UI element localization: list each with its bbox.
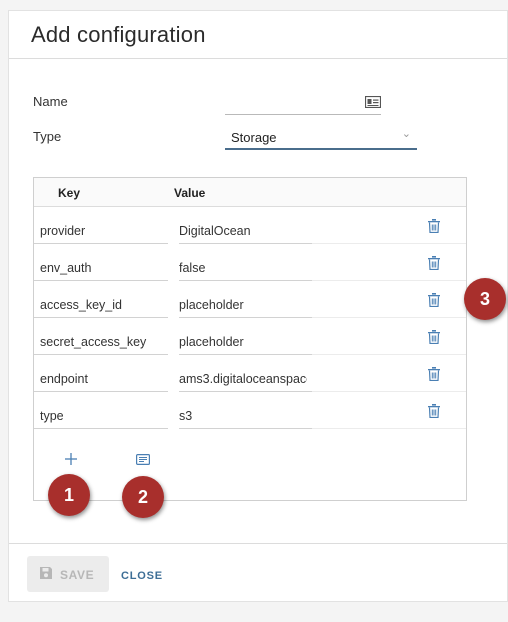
table-row: endpoint ams3.digitaloceanspaces.com xyxy=(34,355,466,392)
row-value[interactable]: placeholder xyxy=(179,298,307,312)
dialog-header: Add configuration xyxy=(9,11,507,59)
trash-icon[interactable] xyxy=(428,367,440,381)
name-input[interactable] xyxy=(225,93,381,115)
type-label: Type xyxy=(33,129,62,144)
type-select[interactable]: Storage ⌄ xyxy=(225,125,417,150)
id-card-icon xyxy=(365,96,381,108)
save-button[interactable]: SAVE xyxy=(27,556,109,592)
row-key[interactable]: env_auth xyxy=(40,261,91,275)
trash-icon[interactable] xyxy=(428,404,440,418)
name-label: Name xyxy=(33,94,68,109)
table-row: type s3 xyxy=(34,392,466,429)
row-key[interactable]: type xyxy=(40,409,64,423)
trash-icon[interactable] xyxy=(428,330,440,344)
table-row: access_key_id placeholder xyxy=(34,281,466,318)
dialog-footer: SAVE CLOSE xyxy=(9,543,507,601)
row-value[interactable]: ams3.digitaloceanspaces.com xyxy=(179,372,307,386)
row-value[interactable]: DigitalOcean xyxy=(179,224,307,238)
add-configuration-dialog: Add configuration Name Type Storage ⌄ Ke… xyxy=(8,10,508,602)
row-key[interactable]: provider xyxy=(40,224,85,238)
row-key[interactable]: endpoint xyxy=(40,372,88,386)
bulk-edit-icon[interactable] xyxy=(136,454,150,465)
chevron-down-icon: ⌄ xyxy=(401,128,411,140)
row-value[interactable]: s3 xyxy=(179,409,307,423)
table-row: secret_access_key placeholder xyxy=(34,318,466,355)
save-button-label: SAVE xyxy=(60,568,95,582)
callout-badge-2: 2 xyxy=(122,476,164,518)
value-column-header: Value xyxy=(174,186,206,200)
table-row: provider DigitalOcean xyxy=(34,207,466,244)
table-row: env_auth false xyxy=(34,244,466,281)
plus-icon[interactable] xyxy=(64,452,78,466)
row-key[interactable]: access_key_id xyxy=(40,298,122,312)
dialog-title: Add configuration xyxy=(31,22,206,47)
key-column-header: Key xyxy=(58,186,81,200)
save-disk-icon xyxy=(40,567,52,579)
key-value-table: Key Value provider DigitalOcean env_auth… xyxy=(33,177,467,501)
callout-badge-3: 3 xyxy=(464,278,506,320)
row-value[interactable]: placeholder xyxy=(179,335,307,349)
callout-badge-1: 1 xyxy=(48,474,90,516)
table-header: Key Value xyxy=(34,178,466,207)
trash-icon[interactable] xyxy=(428,219,440,233)
type-select-value: Storage xyxy=(231,130,277,145)
row-value[interactable]: false xyxy=(179,261,307,275)
trash-icon[interactable] xyxy=(428,293,440,307)
trash-icon[interactable] xyxy=(428,256,440,270)
close-button[interactable]: CLOSE xyxy=(121,570,163,582)
row-key[interactable]: secret_access_key xyxy=(40,335,146,349)
